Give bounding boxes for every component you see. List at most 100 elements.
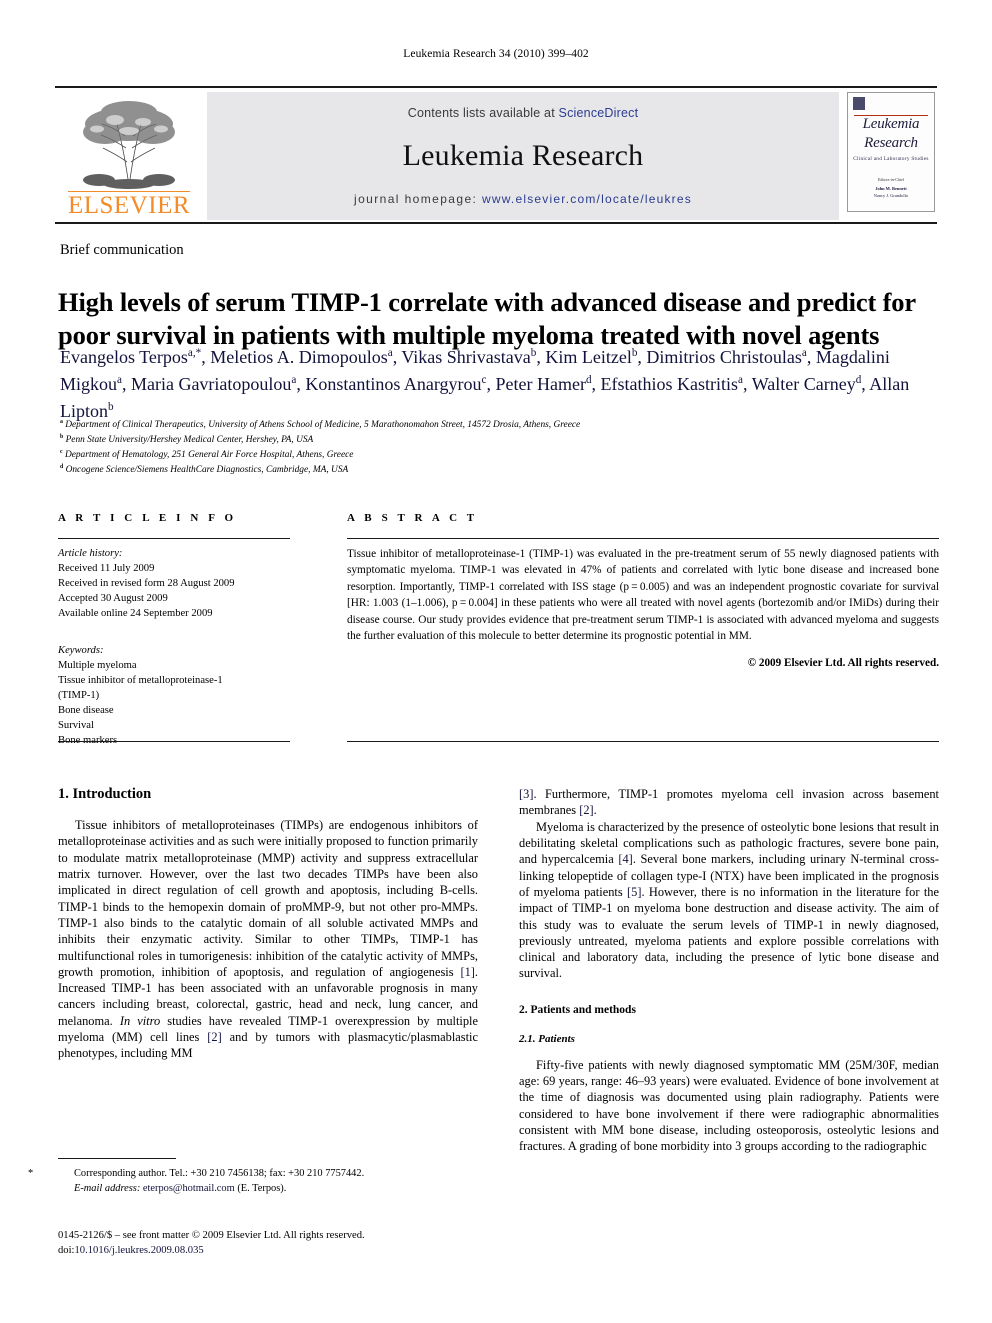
article-history-label: Article history: xyxy=(58,548,123,559)
affiliation: a Department of Clinical Therapeutics, U… xyxy=(60,418,820,433)
doi-link[interactable]: 10.1016/j.leukres.2009.08.035 xyxy=(74,1245,203,1256)
author-name: Walter Carney xyxy=(751,374,856,394)
abstract-bottom-rule xyxy=(347,741,939,742)
section-heading-patients-methods: 2. Patients and methods xyxy=(519,1003,636,1016)
intro-p1-f: . xyxy=(593,803,597,818)
doi-label: doi: xyxy=(58,1245,75,1257)
abstract-heading: A B S T R A C T xyxy=(347,512,478,524)
citation-ref-3[interactable]: [3] xyxy=(519,787,533,801)
author-list: Evangelos Terposa,*, Meletios A. Dimopou… xyxy=(60,344,944,425)
article-info-heading: A R T I C L E I N F O xyxy=(58,512,237,524)
affiliation-text: Penn State University/Hershey Medical Ce… xyxy=(63,434,314,445)
imprint-frontmatter: 0145-2126/$ – see front matter © 2009 El… xyxy=(58,1230,365,1241)
history-items: Received 11 July 2009 Received in revised… xyxy=(58,561,290,621)
author-affiliation-marker: b xyxy=(108,401,114,413)
author-separator: , xyxy=(201,347,211,367)
author-name: Maria Gavriatopoulou xyxy=(130,374,292,394)
cover-title-line2: Research xyxy=(864,135,918,151)
abstract-text: Tissue inhibitor of metalloproteinase-1 … xyxy=(347,548,939,642)
author-name: Meletios A. Dimopoulos xyxy=(210,347,388,367)
keyword-item: Survival xyxy=(58,720,94,732)
affiliation: b Penn State University/Hershey Medical … xyxy=(60,433,820,448)
article-type: Brief communication xyxy=(60,242,184,258)
running-head: Leukemia Research 34 (2010) 399–402 xyxy=(403,48,589,60)
affiliation: c Department of Hematology, 251 General … xyxy=(60,448,820,463)
journal-homepage-line: journal homepage: www.elsevier.com/locat… xyxy=(354,192,692,206)
author-name: Peter Hamer xyxy=(495,374,586,394)
intro-p1-a: Tissue inhibitors of metalloproteinases … xyxy=(58,818,478,979)
affiliation-text: Department of Hematology, 251 General Ai… xyxy=(62,449,354,460)
section-heading-introduction: 1. Introduction xyxy=(58,786,152,802)
affiliation-text: Department of Clinical Therapeutics, Uni… xyxy=(62,420,581,430)
elsevier-logo: ELSEVIER xyxy=(55,92,203,220)
cover-editors-label: Editors-in-Chief xyxy=(877,177,905,182)
article-info-bottom-rule xyxy=(58,741,290,742)
author-separator: , xyxy=(591,374,601,394)
cover-image: Leukemia Research Clinical and Laborator… xyxy=(847,92,935,212)
imprint-doi-line: doi:10.1016/j.leukres.2009.08.035 xyxy=(58,1243,498,1258)
intro-paragraph-2: Myeloma is characterized by the presence… xyxy=(519,819,939,982)
masthead-center-band: Contents lists available at ScienceDirec… xyxy=(207,92,839,220)
body-column-left: 1. Introduction Tissue inhibitors of met… xyxy=(58,786,478,1062)
contents-lists-line: Contents lists available at ScienceDirec… xyxy=(408,106,639,120)
keyword-item: Tissue inhibitor of metalloproteinase-1 xyxy=(58,675,223,687)
article-history-item: Received 11 July 2009 xyxy=(58,563,155,575)
abstract-block: A B S T R A C T Tissue inhibitor of meta… xyxy=(347,512,939,669)
article-history-item: Accepted 30 August 2009 xyxy=(58,593,168,605)
abstract-copyright: © 2009 Elsevier Ltd. All rights reserved… xyxy=(747,657,939,670)
patients-paragraph-1: Fifty-five patients with newly diagnosed… xyxy=(519,1057,939,1154)
keywords-label: Keywords: xyxy=(58,645,104,657)
footnote-separator-rule xyxy=(58,1158,176,1159)
intro-p2-c: . However, there is no information in th… xyxy=(519,884,939,981)
affiliation: d Oncogene Science/Siemens HealthCare Di… xyxy=(60,463,820,478)
keyword-items: Multiple myeloma Tissue inhibitor of meta… xyxy=(58,658,290,748)
intro-paragraph-1: Tissue inhibitors of metalloproteinases … xyxy=(58,817,478,1062)
elsevier-wordmark: ELSEVIER xyxy=(67,191,191,219)
keyword-item: (TIMP-1) xyxy=(58,690,100,702)
citation-ref-4[interactable]: [4] xyxy=(618,852,632,866)
article-history-item: Received in revised form 28 August 2009 xyxy=(58,578,235,590)
cover-title-line1: Leukemia xyxy=(862,116,920,132)
paper-page: Leukemia Research 34 (2010) 399–402 ELSE… xyxy=(0,0,992,1323)
sciencedirect-link[interactable]: ScienceDirect xyxy=(559,106,639,120)
author-separator: , xyxy=(121,374,131,394)
homepage-prefix: journal homepage: xyxy=(354,192,482,206)
subsection-heading-patients: 2.1. Patients xyxy=(519,1032,575,1045)
abstract-rule xyxy=(347,538,939,539)
cover-editor-1: John M. Bennett xyxy=(875,186,907,191)
journal-masthead: ELSEVIER Contents lists available at Sci… xyxy=(55,86,937,220)
email-link[interactable]: eterpos@hotmail.com xyxy=(143,1183,235,1194)
masthead-bottom-rule xyxy=(55,222,937,224)
author-name: Konstantinos Anargyrou xyxy=(305,374,482,394)
citation-ref-2[interactable]: [2] xyxy=(207,1030,221,1044)
author-separator: , xyxy=(486,374,496,394)
intro-invitro-italic: In vitro xyxy=(119,1013,161,1028)
body-column-right: [3]. Furthermore, TIMP-1 promotes myelom… xyxy=(519,786,939,1155)
citation-ref-2b[interactable]: [2] xyxy=(579,803,593,817)
author-separator: , xyxy=(806,347,816,367)
affiliation-list: a Department of Clinical Therapeutics, U… xyxy=(60,418,820,477)
article-info-block: A R T I C L E I N F O Article history: R… xyxy=(58,512,290,748)
cover-editor-2: Nancy J. Grandolfo xyxy=(873,193,909,198)
journal-homepage-link[interactable]: www.elsevier.com/locate/leukres xyxy=(482,192,692,206)
author-separator: , xyxy=(536,347,546,367)
keyword-item: Multiple myeloma xyxy=(58,660,137,672)
citation-ref-5[interactable]: [5] xyxy=(627,885,641,899)
footnote-corresponding-text: Corresponding author. Tel.: +30 210 7456… xyxy=(74,1168,365,1179)
email-label: E-mail address: xyxy=(74,1182,141,1194)
page-title: High levels of serum TIMP-1 correlate wi… xyxy=(58,286,916,350)
footnote-line-1: * Corresponding author. Tel.: +30 210 745… xyxy=(28,1167,478,1182)
intro-paragraph-1-cont: [3]. Furthermore, TIMP-1 promotes myelom… xyxy=(519,786,939,819)
citation-ref-1[interactable]: [1] xyxy=(460,965,474,979)
elsevier-tree-icon xyxy=(83,101,175,189)
footnote-star: * xyxy=(28,1168,34,1179)
article-history: Article history: Received 11 July 2009 Re… xyxy=(58,546,290,621)
author-name: Efstathios Kastritis xyxy=(600,374,739,394)
article-info-rule xyxy=(58,538,290,539)
corresponding-author-footnote: * Corresponding author. Tel.: +30 210 745… xyxy=(28,1167,478,1197)
keywords: Keywords: Multiple myeloma Tissue inhibit… xyxy=(58,643,290,748)
article-history-item: Available online 24 September 2009 xyxy=(58,608,213,620)
cover-publisher-mark xyxy=(853,97,865,110)
keyword-item: Bone disease xyxy=(58,705,114,717)
contents-prefix: Contents lists available at xyxy=(407,106,559,120)
